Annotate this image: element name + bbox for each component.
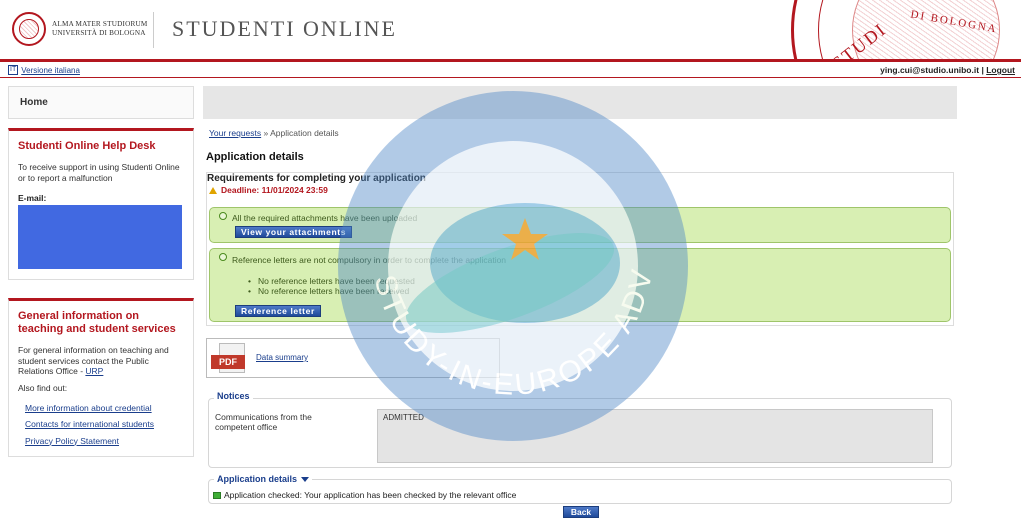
notices-fieldset: Notices Communications from the competen… bbox=[208, 391, 952, 468]
general-info-panel: General information on teaching and stud… bbox=[8, 298, 194, 457]
application-status-text: Application checked: Your application ha… bbox=[224, 490, 517, 500]
pdf-icon[interactable]: PDF bbox=[211, 343, 249, 373]
warning-icon bbox=[209, 186, 217, 194]
status-ok-icon bbox=[219, 212, 227, 220]
breadcrumb-current: » Application details bbox=[263, 128, 339, 138]
notice-value: ADMITTED bbox=[377, 409, 933, 463]
university-logo[interactable]: ALMA MATER STUDIORUM UNIVERSITÀ DI BOLOG… bbox=[12, 12, 147, 46]
list-item: No reference letters have been received bbox=[248, 286, 415, 296]
reference-status-text: Reference letters are not compulsory in … bbox=[232, 255, 507, 265]
application-status: Application checked: Your application ha… bbox=[213, 490, 516, 500]
requirements-title: Requirements for completing your applica… bbox=[207, 173, 426, 184]
back-button[interactable]: Back bbox=[563, 506, 599, 518]
email-label: E-mail: bbox=[18, 193, 47, 203]
top-bar: IT Versione italiana ying.cui@studio.uni… bbox=[0, 62, 1021, 78]
reference-list: No reference letters have been requested… bbox=[248, 276, 415, 296]
helpdesk-title: Studenti Online Help Desk bbox=[18, 140, 156, 152]
logo-line-2: UNIVERSITÀ DI BOLOGNA bbox=[52, 29, 146, 37]
requirements-box: Requirements for completing your applica… bbox=[206, 172, 954, 326]
deadline-text: Deadline: 11/01/2024 23:59 bbox=[221, 185, 328, 195]
redacted-contact bbox=[18, 205, 182, 269]
also-find-out: Also find out: bbox=[18, 382, 68, 393]
application-details-toggle[interactable]: Application details bbox=[214, 474, 313, 484]
data-summary-link[interactable]: Data summary bbox=[256, 353, 308, 362]
breadcrumb-your-requests[interactable]: Your requests bbox=[209, 128, 261, 138]
international-contacts-link[interactable]: Contacts for international students bbox=[25, 416, 184, 433]
sidebar: Home Studenti Online Help Desk To receiv… bbox=[8, 86, 194, 457]
view-attachments-button[interactable]: View your attachments bbox=[235, 226, 353, 238]
general-info-title: General information on teaching and stud… bbox=[18, 310, 176, 335]
general-info-text: For general information on teaching and … bbox=[18, 345, 169, 376]
credential-info-link[interactable]: More information about credential bbox=[25, 400, 184, 417]
deadline: Deadline: 11/01/2024 23:59 bbox=[209, 185, 328, 195]
info-links: More information about credential Contac… bbox=[18, 400, 184, 450]
breadcrumb: Your requests » Application details bbox=[209, 128, 339, 138]
user-area: ying.cui@studio.unibo.it | Logout bbox=[880, 65, 1015, 75]
status-check-icon bbox=[213, 491, 221, 499]
page-title: Application details bbox=[206, 151, 304, 163]
seal-icon bbox=[12, 12, 46, 46]
data-summary-box: PDF Data summary bbox=[206, 338, 500, 378]
reference-letter-button[interactable]: Reference letter bbox=[235, 305, 321, 317]
app-title: STUDENTI ONLINE bbox=[172, 16, 397, 41]
urp-link[interactable]: URP bbox=[85, 366, 103, 376]
attachments-status-text: All the required attachments have been u… bbox=[232, 213, 418, 223]
helpdesk-text: To receive support in using Studenti Onl… bbox=[18, 162, 180, 183]
separator: | bbox=[981, 65, 984, 75]
language-link[interactable]: Versione italiana bbox=[21, 66, 80, 75]
helpdesk-panel: Studenti Online Help Desk To receive sup… bbox=[8, 128, 194, 280]
main-header-band bbox=[203, 86, 957, 119]
notices-legend: Notices bbox=[214, 391, 253, 401]
logo-line-1: ALMA MATER STUDIORUM bbox=[52, 20, 148, 28]
university-seal-graphic: STUDI DI BOLOGNA bbox=[791, 0, 1021, 59]
chevron-down-icon bbox=[301, 476, 310, 482]
attachments-status-box: All the required attachments have been u… bbox=[209, 207, 951, 243]
privacy-policy-link[interactable]: Privacy Policy Statement bbox=[25, 433, 184, 450]
list-item: No reference letters have been requested bbox=[248, 276, 415, 286]
user-email: ying.cui@studio.unibo.it bbox=[880, 65, 980, 75]
header-divider bbox=[153, 12, 154, 48]
reference-letters-box: Reference letters are not compulsory in … bbox=[209, 248, 951, 322]
italian-flag-icon: IT bbox=[8, 65, 19, 75]
app-header: ALMA MATER STUDIORUM UNIVERSITÀ DI BOLOG… bbox=[0, 0, 1021, 62]
notice-label: Communications from the competent office bbox=[215, 412, 312, 432]
application-details-fieldset: Application details Application checked:… bbox=[208, 474, 952, 504]
language-switch: IT Versione italiana bbox=[8, 65, 80, 75]
sidebar-item-home[interactable]: Home bbox=[8, 86, 194, 119]
logout-link[interactable]: Logout bbox=[986, 65, 1015, 75]
status-ok-icon bbox=[219, 253, 227, 261]
